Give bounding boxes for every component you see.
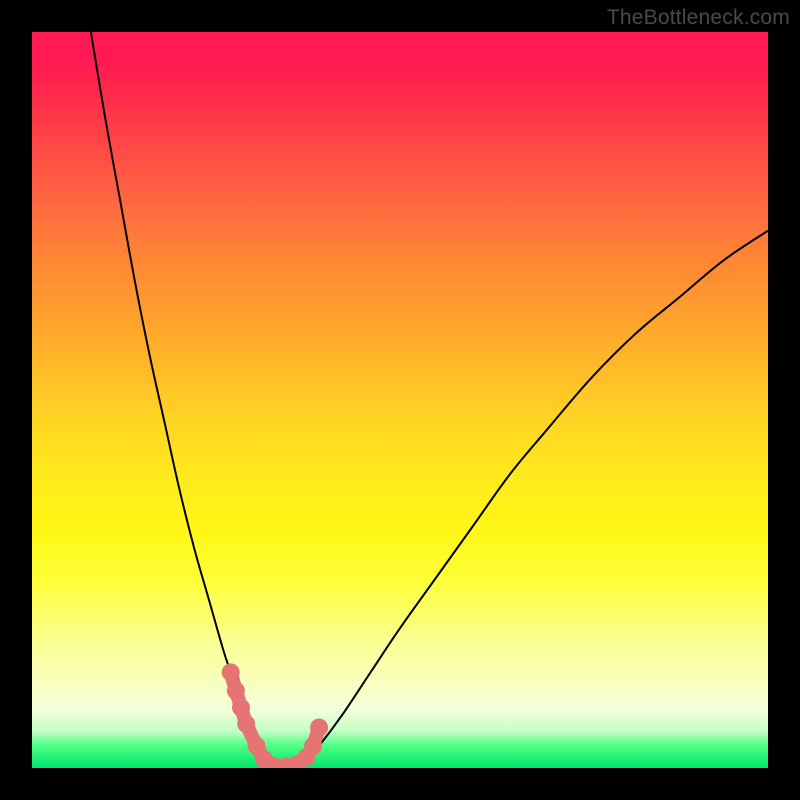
marker-point (227, 682, 245, 700)
attribution-text: TheBottleneck.com (607, 6, 790, 30)
curve-right-branch (275, 231, 768, 768)
marker-point (237, 715, 255, 733)
plot-area (32, 32, 768, 768)
chart-svg (32, 32, 768, 768)
marker-point (304, 737, 322, 755)
marker-point (232, 699, 250, 717)
marker-point (310, 719, 328, 737)
curve-left-branch (91, 32, 275, 768)
chart-frame: TheBottleneck.com (0, 0, 800, 800)
marker-point (222, 663, 240, 681)
